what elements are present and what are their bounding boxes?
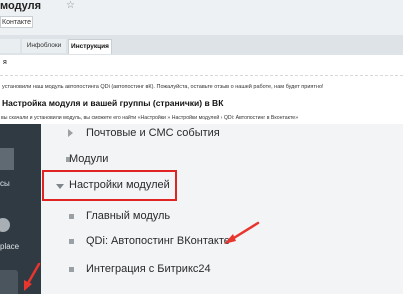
tab-bar: Инфоблоки Инструкция bbox=[0, 35, 403, 56]
arrow-icon bbox=[24, 262, 41, 291]
tab-instructions-label: Инструкция bbox=[71, 43, 109, 50]
tab-infoblocks-label: Инфоблоки bbox=[26, 42, 62, 49]
instruction-heading: Настройка модуля и вашей группы (странич… bbox=[2, 98, 224, 108]
tab-first[interactable] bbox=[0, 39, 20, 53]
annotation-arrows bbox=[24, 221, 260, 291]
arrow-icon bbox=[224, 221, 260, 244]
divider bbox=[0, 75, 403, 76]
embedded-screenshot: сы place Почтовые и СМС события Модули Н… bbox=[0, 124, 403, 294]
site-select-value: Контакте bbox=[2, 19, 32, 26]
instruction-subline: вы скачали и установили модуль, вы сможе… bbox=[1, 115, 299, 121]
tab-infoblocks[interactable]: Инфоблоки bbox=[22, 39, 66, 53]
page-title: модуля bbox=[0, 0, 42, 12]
tab-instructions[interactable]: Инструкция bbox=[68, 39, 112, 54]
section-label: я bbox=[3, 59, 7, 66]
site-select[interactable]: Контакте ▾ bbox=[0, 16, 33, 28]
star-icon[interactable]: ☆ bbox=[66, 0, 75, 11]
thanks-text: установили наш модуль автопостинга QDi (… bbox=[2, 84, 324, 90]
page-header: модуля ☆ Контакте ▾ bbox=[0, 0, 403, 35]
